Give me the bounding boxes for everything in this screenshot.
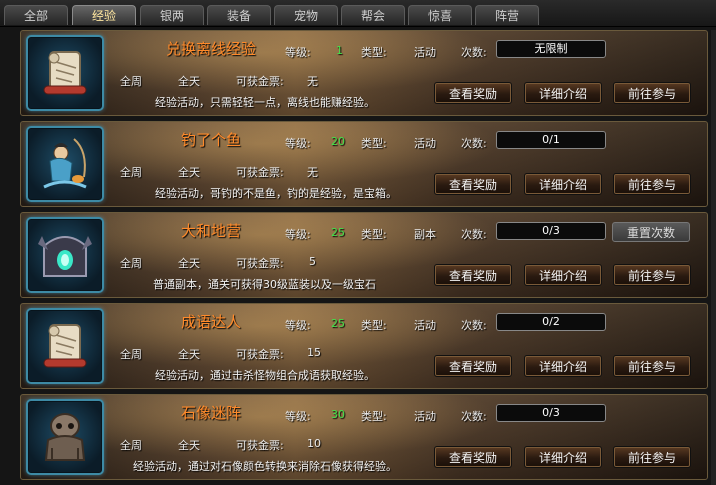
type-label: 类型: — [361, 137, 387, 150]
week-value: 全周 — [120, 75, 142, 88]
level-label: 等级: — [285, 137, 311, 150]
scroll-icon — [26, 308, 104, 384]
scrollbar[interactable] — [711, 30, 716, 485]
details-button[interactable]: 详细介绍 — [524, 173, 602, 195]
type-value: 活动 — [414, 319, 436, 332]
level-value: 25 — [331, 317, 345, 330]
level-label: 等级: — [285, 228, 311, 241]
tab-faction[interactable]: 阵营 — [475, 5, 539, 25]
type-value: 活动 — [414, 410, 436, 423]
level-value: 1 — [336, 44, 343, 57]
tab-silver[interactable]: 银两 — [140, 5, 204, 25]
activity-name: 石像迷阵 — [180, 404, 241, 422]
count-label: 次数: — [461, 46, 487, 59]
ticket-value: 5 — [309, 255, 316, 268]
view-reward-button[interactable]: 查看奖励 — [434, 264, 512, 286]
tab-surprise[interactable]: 惊喜 — [408, 5, 472, 25]
tab-pet[interactable]: 宠物 — [274, 5, 338, 25]
tab-guild[interactable]: 帮会 — [341, 5, 405, 25]
ticket-label: 可获金票: — [236, 75, 284, 88]
activity-description: 经验活动，通过击杀怪物组合成语获取经验。 — [155, 369, 375, 382]
ticket-value: 15 — [307, 346, 321, 359]
fisher-icon — [26, 126, 104, 202]
activity-description: 经验活动，通过对石像颜色转换来消除石像获得经验。 — [133, 460, 397, 473]
tab-bar: 全部 经验 银两 装备 宠物 帮会 惊喜 阵营 — [0, 0, 716, 27]
activity-description: 经验活动，只需轻轻一点，离线也能赚经验。 — [155, 96, 375, 109]
activity-description: 普通副本，通关可获得30级蓝装以及一级宝石 — [153, 278, 376, 291]
week-value: 全周 — [120, 257, 142, 270]
view-reward-button[interactable]: 查看奖励 — [434, 446, 512, 468]
count-label: 次数: — [461, 319, 487, 332]
view-reward-button[interactable]: 查看奖励 — [434, 82, 512, 104]
view-reward-button[interactable]: 查看奖励 — [434, 173, 512, 195]
count-label: 次数: — [461, 228, 487, 241]
level-value: 20 — [331, 135, 345, 148]
go-join-button[interactable]: 前往参与 — [613, 355, 691, 377]
level-value: 25 — [331, 226, 345, 239]
type-label: 类型: — [361, 46, 387, 59]
activity-name: 兑换离线经验 — [165, 40, 256, 58]
ticket-label: 可获金票: — [236, 166, 284, 179]
level-value: 30 — [331, 408, 345, 421]
activity-card: 石像迷阵 等级: 30 类型: 活动 次数: 0/3 全周 全天 可获金票: 1… — [20, 394, 708, 480]
activity-card: 兑换离线经验 等级: 1 类型: 活动 次数: 无限制 全周 全天 可获金票: … — [20, 30, 708, 116]
go-join-button[interactable]: 前往参与 — [613, 173, 691, 195]
ticket-value: 无 — [307, 166, 318, 179]
day-value: 全天 — [178, 257, 200, 270]
count-value: 0/2 — [496, 313, 606, 331]
count-label: 次数: — [461, 410, 487, 423]
count-value: 0/3 — [496, 222, 606, 240]
count-value: 无限制 — [496, 40, 606, 58]
reset-count-button[interactable]: 重置次数 — [612, 222, 690, 242]
count-value: 0/3 — [496, 404, 606, 422]
count-value: 0/1 — [496, 131, 606, 149]
type-label: 类型: — [361, 319, 387, 332]
week-value: 全周 — [120, 166, 142, 179]
ticket-label: 可获金票: — [236, 257, 284, 270]
stone-statue-icon — [26, 399, 104, 475]
day-value: 全天 — [178, 439, 200, 452]
go-join-button[interactable]: 前往参与 — [613, 446, 691, 468]
week-value: 全周 — [120, 439, 142, 452]
scroll-icon — [26, 35, 104, 111]
ticket-label: 可获金票: — [236, 348, 284, 361]
type-label: 类型: — [361, 410, 387, 423]
activity-card: 成语达人 等级: 25 类型: 活动 次数: 0/2 全周 全天 可获金票: 1… — [20, 303, 708, 389]
activity-name: 大和地营 — [180, 222, 241, 240]
dungeon-gate-icon — [26, 217, 104, 293]
day-value: 全天 — [178, 348, 200, 361]
ticket-value: 无 — [307, 75, 318, 88]
details-button[interactable]: 详细介绍 — [524, 355, 602, 377]
details-button[interactable]: 详细介绍 — [524, 264, 602, 286]
tab-all[interactable]: 全部 — [4, 5, 68, 25]
type-value: 副本 — [414, 228, 436, 241]
type-label: 类型: — [361, 228, 387, 241]
tab-experience[interactable]: 经验 — [72, 5, 136, 25]
level-label: 等级: — [285, 319, 311, 332]
activity-name: 钓了个鱼 — [180, 131, 241, 149]
ticket-value: 10 — [307, 437, 321, 450]
activity-description: 经验活动，哥钓的不是鱼，钓的是经验，是宝箱。 — [155, 187, 397, 200]
tab-equipment[interactable]: 装备 — [207, 5, 271, 25]
type-value: 活动 — [414, 46, 436, 59]
week-value: 全周 — [120, 348, 142, 361]
view-reward-button[interactable]: 查看奖励 — [434, 355, 512, 377]
level-label: 等级: — [285, 46, 311, 59]
activity-name: 成语达人 — [180, 313, 241, 331]
type-value: 活动 — [414, 137, 436, 150]
go-join-button[interactable]: 前往参与 — [613, 82, 691, 104]
day-value: 全天 — [178, 166, 200, 179]
count-label: 次数: — [461, 137, 487, 150]
activity-card: 钓了个鱼 等级: 20 类型: 活动 次数: 0/1 全周 全天 可获金票: 无… — [20, 121, 708, 207]
activity-card: 大和地营 等级: 25 类型: 副本 次数: 0/3 重置次数 全周 全天 可获… — [20, 212, 708, 298]
go-join-button[interactable]: 前往参与 — [613, 264, 691, 286]
details-button[interactable]: 详细介绍 — [524, 446, 602, 468]
ticket-label: 可获金票: — [236, 439, 284, 452]
details-button[interactable]: 详细介绍 — [524, 82, 602, 104]
day-value: 全天 — [178, 75, 200, 88]
level-label: 等级: — [285, 410, 311, 423]
